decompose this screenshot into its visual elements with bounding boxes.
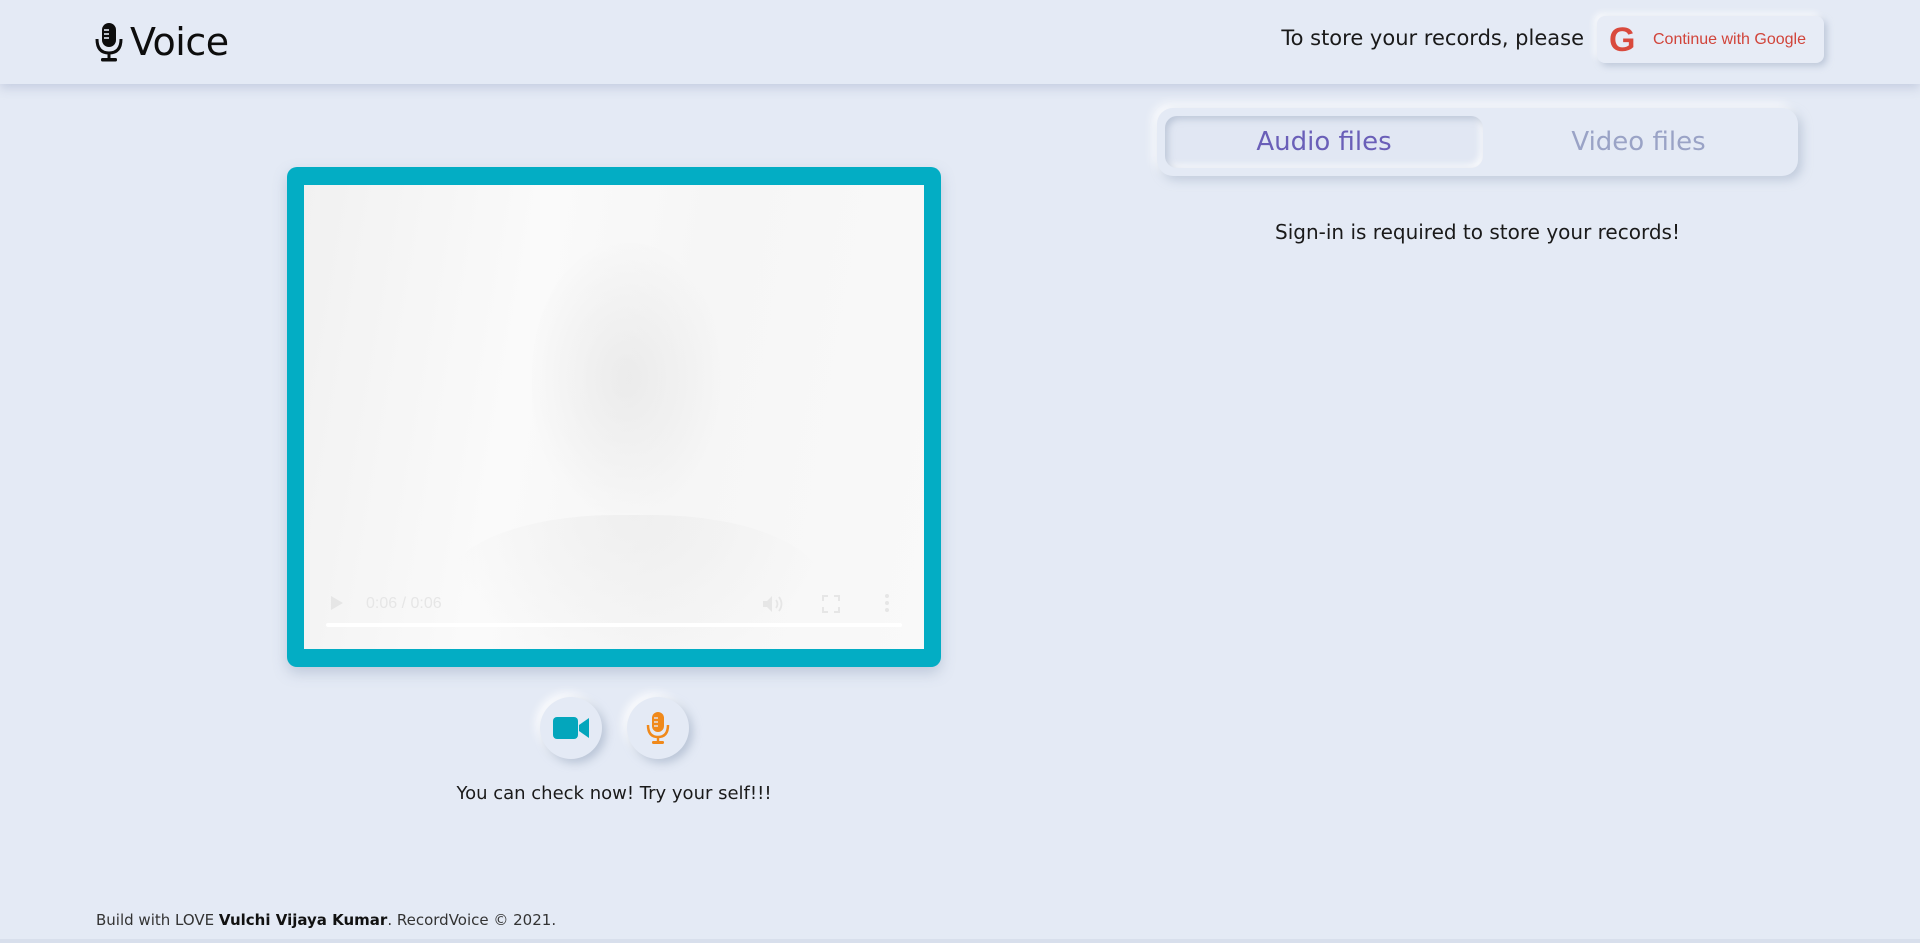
google-icon: G bbox=[1609, 20, 1636, 59]
google-button-label: Continue with Google bbox=[1653, 30, 1806, 48]
volume-icon[interactable] bbox=[762, 595, 784, 613]
fullscreen-icon[interactable] bbox=[822, 595, 840, 613]
files-tabs: Audio files Video files bbox=[1157, 108, 1798, 176]
brand-logo[interactable]: Voice bbox=[94, 18, 229, 66]
record-audio-button[interactable] bbox=[627, 697, 689, 759]
more-options-icon[interactable] bbox=[884, 593, 890, 613]
continue-with-google-button[interactable]: G Continue with Google bbox=[1597, 16, 1824, 63]
video-player-frame: 0:06 / 0:06 bbox=[287, 167, 941, 667]
video-player[interactable]: 0:06 / 0:06 bbox=[304, 185, 924, 649]
recorder-status-text: You can check now! Try your self!!! bbox=[456, 783, 772, 804]
play-icon[interactable] bbox=[330, 595, 344, 611]
microphone-icon bbox=[646, 712, 670, 744]
footer: Build with LOVE Vulchi Vijaya Kumar. Rec… bbox=[96, 911, 556, 929]
signin-required-message: Sign-in is required to store your record… bbox=[1275, 220, 1680, 244]
brand-name: Voice bbox=[130, 20, 229, 64]
footer-copyright: . RecordVoice © 2021. bbox=[387, 911, 557, 929]
microphone-icon bbox=[95, 23, 123, 62]
tab-video-files[interactable]: Video files bbox=[1487, 116, 1790, 168]
record-video-button[interactable] bbox=[540, 697, 602, 759]
video-frame-person bbox=[532, 243, 722, 513]
bottom-divider bbox=[0, 939, 1920, 943]
signin-prompt: To store your records, please bbox=[1281, 26, 1584, 50]
footer-author: Vulchi Vijaya Kumar bbox=[218, 911, 388, 929]
video-controls: 0:06 / 0:06 bbox=[304, 569, 924, 649]
video-progress-bar[interactable] bbox=[326, 623, 902, 627]
header: Voice To store your records, please G Co… bbox=[0, 0, 1920, 84]
footer-prefix: Build with LOVE bbox=[96, 911, 219, 929]
tab-audio-files[interactable]: Audio files bbox=[1165, 116, 1483, 168]
video-camera-icon bbox=[553, 717, 589, 739]
video-time: 0:06 / 0:06 bbox=[366, 595, 442, 612]
